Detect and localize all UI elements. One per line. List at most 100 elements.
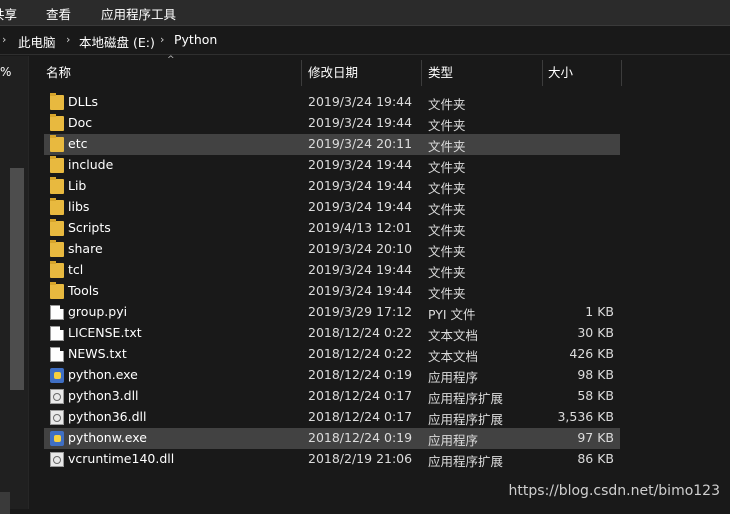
- file-modified: 2019/3/24 19:44: [308, 178, 413, 193]
- navigation-pane: %: [0, 56, 29, 514]
- breadcrumb-local-disk[interactable]: 本地磁盘 (E:): [79, 32, 155, 51]
- file-modified: 2018/12/24 0:17: [308, 388, 413, 403]
- file-name: include: [68, 157, 114, 172]
- file-modified: 2019/3/24 19:44: [308, 262, 413, 277]
- column-name[interactable]: 名称: [46, 58, 71, 88]
- column-type[interactable]: 类型: [428, 58, 453, 88]
- column-header: ^ 名称 修改日期 类型 大小: [30, 55, 730, 88]
- nav-pane-scrollbar[interactable]: [10, 168, 24, 390]
- folder-icon: [50, 135, 64, 152]
- file-name: vcruntime140.dll: [68, 451, 175, 466]
- file-type: 文本文档: [428, 349, 479, 364]
- file-name: share: [68, 241, 103, 256]
- file-row[interactable]: share 2019/3/24 20:10 文件夹: [44, 239, 620, 260]
- file-size: 97 KB: [577, 430, 614, 445]
- column-divider[interactable]: [301, 60, 302, 86]
- tab-application-tools[interactable]: 应用程序工具: [101, 4, 176, 23]
- file-row[interactable]: python.exe 2018/12/24 0:19 应用程序 98 KB: [44, 365, 620, 386]
- file-type: 文本文档: [428, 328, 479, 343]
- file-name: python.exe: [68, 367, 138, 382]
- file-size: 98 KB: [577, 367, 614, 382]
- file-modified: 2019/3/24 20:11: [308, 136, 413, 151]
- sort-ascending-icon: ^: [167, 55, 175, 65]
- folder-icon: [50, 93, 64, 110]
- file-type: 文件夹: [428, 265, 466, 280]
- address-bar[interactable]: › 此电脑 › 本地磁盘 (E:) › Python: [0, 26, 730, 55]
- folder-icon: [50, 282, 64, 299]
- tab-view[interactable]: 查看: [46, 4, 71, 23]
- file-type: 应用程序扩展: [428, 412, 504, 427]
- file-size: 3,536 KB: [557, 409, 614, 424]
- file-row-selected[interactable]: pythonw.exe 2018/12/24 0:19 应用程序 97 KB: [44, 428, 620, 449]
- file-row[interactable]: group.pyi 2019/3/29 17:12 PYI 文件 1 KB: [44, 302, 620, 323]
- folder-icon: [50, 261, 64, 278]
- tab-share[interactable]: 共享: [0, 4, 17, 23]
- file-name: python3.dll: [68, 388, 139, 403]
- file-size: 30 KB: [577, 325, 614, 340]
- chevron-right-icon[interactable]: ›: [2, 33, 6, 46]
- watermark-text: https://blog.csdn.net/bimo123: [508, 483, 720, 499]
- breadcrumb-python[interactable]: Python: [174, 32, 217, 47]
- file-modified: 2019/3/29 17:12: [308, 304, 413, 319]
- folder-icon: [50, 156, 64, 173]
- file-name: tcl: [68, 262, 84, 277]
- file-name: DLLs: [68, 94, 99, 109]
- file-row[interactable]: Doc 2019/3/24 19:44 文件夹: [44, 113, 620, 134]
- file-row[interactable]: tcl 2019/3/24 19:44 文件夹: [44, 260, 620, 281]
- file-row[interactable]: NEWS.txt 2018/12/24 0:22 文本文档 426 KB: [44, 344, 620, 365]
- file-modified: 2018/12/24 0:17: [308, 409, 413, 424]
- chevron-right-icon[interactable]: ›: [66, 33, 70, 46]
- dll-icon: [50, 410, 64, 425]
- column-divider[interactable]: [421, 60, 422, 86]
- file-modified: 2018/12/24 0:22: [308, 325, 413, 340]
- column-divider[interactable]: [621, 60, 622, 86]
- folder-icon: [50, 240, 64, 257]
- file-size: 86 KB: [577, 451, 614, 466]
- column-modified[interactable]: 修改日期: [308, 58, 358, 88]
- file-row[interactable]: include 2019/3/24 19:44 文件夹: [44, 155, 620, 176]
- file-name: Tools: [68, 283, 99, 298]
- document-icon: [50, 305, 64, 320]
- file-row-selected[interactable]: etc 2019/3/24 20:11 文件夹: [44, 134, 620, 155]
- file-row[interactable]: libs 2019/3/24 19:44 文件夹: [44, 197, 620, 218]
- column-divider[interactable]: [542, 60, 543, 86]
- file-size: 426 KB: [569, 346, 614, 361]
- chevron-right-icon[interactable]: ›: [160, 33, 164, 46]
- file-name: LICENSE.txt: [68, 325, 142, 340]
- ribbon-tabs: 共享 查看 应用程序工具: [0, 0, 730, 26]
- file-name: pythonw.exe: [68, 430, 147, 445]
- text-document-icon: [50, 326, 64, 341]
- file-type: PYI 文件: [428, 307, 476, 322]
- file-row[interactable]: python36.dll 2018/12/24 0:17 应用程序扩展 3,536 K…: [44, 407, 620, 428]
- file-modified: 2018/12/24 0:19: [308, 367, 413, 382]
- file-modified: 2019/3/24 19:44: [308, 199, 413, 214]
- file-modified: 2019/3/24 20:10: [308, 241, 413, 256]
- file-row[interactable]: Tools 2019/3/24 19:44 文件夹: [44, 281, 620, 302]
- file-modified: 2019/3/24 19:44: [308, 157, 413, 172]
- dll-icon: [50, 389, 64, 404]
- file-name: Doc: [68, 115, 93, 130]
- file-type: 文件夹: [428, 97, 466, 112]
- file-type: 文件夹: [428, 118, 466, 133]
- breadcrumb-this-pc[interactable]: 此电脑: [18, 32, 56, 51]
- file-type: 文件夹: [428, 181, 466, 196]
- file-modified: 2019/4/13 12:01: [308, 220, 413, 235]
- nav-pane-scroll-track[interactable]: [0, 492, 10, 514]
- file-row[interactable]: LICENSE.txt 2018/12/24 0:22 文本文档 30 KB: [44, 323, 620, 344]
- dll-icon: [50, 452, 64, 467]
- file-row[interactable]: Scripts 2019/4/13 12:01 文件夹: [44, 218, 620, 239]
- file-row[interactable]: Lib 2019/3/24 19:44 文件夹: [44, 176, 620, 197]
- column-size[interactable]: 大小: [548, 58, 573, 88]
- file-modified: 2019/3/24 19:44: [308, 115, 413, 130]
- file-size: 1 KB: [585, 304, 614, 319]
- file-size: 58 KB: [577, 388, 614, 403]
- file-row[interactable]: vcruntime140.dll 2018/2/19 21:06 应用程序扩展 86 …: [44, 449, 620, 470]
- file-type: 应用程序扩展: [428, 454, 504, 469]
- file-row[interactable]: python3.dll 2018/12/24 0:17 应用程序扩展 58 KB: [44, 386, 620, 407]
- file-type: 文件夹: [428, 223, 466, 238]
- file-row[interactable]: DLLs 2019/3/24 19:44 文件夹: [44, 92, 620, 113]
- file-type: 文件夹: [428, 202, 466, 217]
- python-exe-icon: [50, 431, 64, 446]
- file-name: Scripts: [68, 220, 111, 235]
- folder-icon: [50, 114, 64, 131]
